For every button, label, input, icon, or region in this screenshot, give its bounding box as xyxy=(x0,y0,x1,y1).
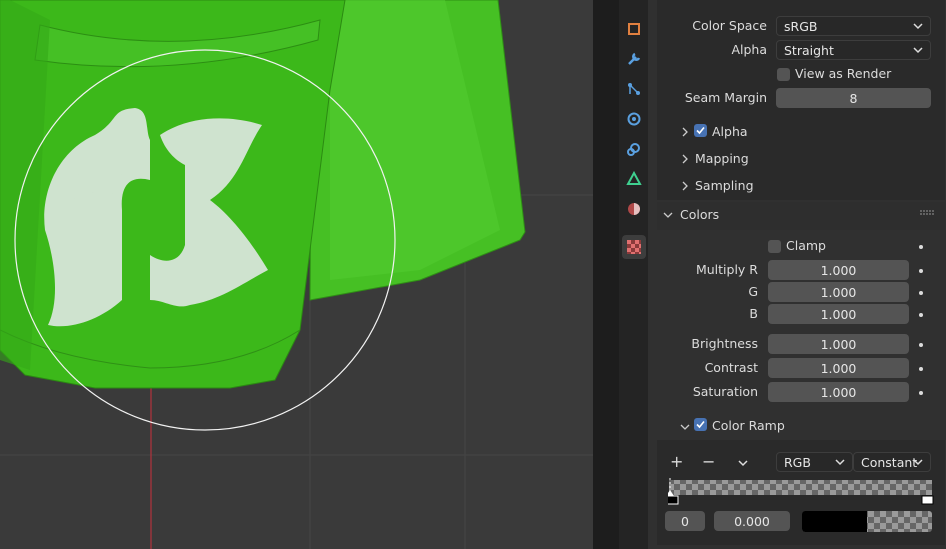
color-space-dropdown[interactable]: sRGB xyxy=(776,16,931,36)
chevron-right-icon[interactable] xyxy=(680,153,690,165)
keyframe-dot[interactable] xyxy=(919,313,923,317)
data-tab[interactable] xyxy=(622,167,646,191)
3d-viewport[interactable] xyxy=(0,0,593,549)
multiply-b-label: B xyxy=(749,306,758,321)
color-space-label: Color Space xyxy=(692,18,767,33)
mapping-subpanel-header[interactable]: Mapping xyxy=(695,151,749,166)
remove-stop-button[interactable]: − xyxy=(702,452,715,471)
keyframe-dot[interactable] xyxy=(919,291,923,295)
texture-tab[interactable] xyxy=(622,235,646,259)
checkmark-icon xyxy=(696,126,705,135)
chevron-down-icon xyxy=(913,23,923,30)
color-ramp-gradient[interactable] xyxy=(668,478,934,506)
saturation-field[interactable]: 1.000 xyxy=(768,382,909,402)
view-as-render-label: View as Render xyxy=(795,66,892,81)
colors-panel-title: Colors xyxy=(680,207,720,222)
chevron-right-icon[interactable] xyxy=(680,180,690,192)
drag-handle-icon[interactable] xyxy=(920,210,934,216)
tool-tab[interactable] xyxy=(622,17,646,41)
active-stop-index-field[interactable]: 0 xyxy=(665,511,705,531)
interpolation-dropdown[interactable]: Constant xyxy=(853,452,931,472)
region-divider xyxy=(593,0,619,549)
clamp-checkbox[interactable] xyxy=(768,240,781,253)
stop-position-field[interactable]: 0.000 xyxy=(714,511,790,531)
ramp-menu-chevron-icon[interactable] xyxy=(737,457,749,469)
multiply-b-field[interactable]: 1.000 xyxy=(768,304,909,324)
color-mode-dropdown[interactable]: RGB xyxy=(776,452,853,472)
chevron-down-icon xyxy=(835,459,845,466)
alpha-checkbox[interactable] xyxy=(694,124,707,137)
chevron-down-icon xyxy=(913,459,923,466)
sampling-subpanel-header[interactable]: Sampling xyxy=(695,178,754,193)
keyframe-dot[interactable] xyxy=(919,391,923,395)
viewport-canvas[interactable] xyxy=(0,0,593,549)
texture-properties-panel: Color Space sRGB Alpha Straight View as … xyxy=(648,0,946,549)
color-ramp-header[interactable]: Color Ramp xyxy=(712,418,785,433)
multiply-g-label: G xyxy=(748,284,758,299)
alpha-mode-dropdown[interactable]: Straight xyxy=(776,40,931,60)
multiply-r-field[interactable]: 1.000 xyxy=(768,260,909,280)
texture-icon xyxy=(627,240,641,254)
keyframe-dot[interactable] xyxy=(919,269,923,273)
multiply-r-label: Multiply R xyxy=(695,262,758,277)
add-stop-button[interactable]: + xyxy=(670,452,683,471)
physics-tab[interactable] xyxy=(622,107,646,131)
seam-margin-label: Seam Margin xyxy=(684,90,767,105)
color-ramp-checkbox[interactable] xyxy=(694,418,707,431)
modifier-tab[interactable] xyxy=(622,47,646,71)
alpha-mode-label: Alpha xyxy=(731,42,767,57)
wrench-icon xyxy=(628,52,641,65)
keyframe-dot[interactable] xyxy=(919,367,923,371)
chevron-down-icon[interactable] xyxy=(662,209,674,221)
constraints-tab[interactable] xyxy=(622,137,646,161)
stop-color-swatch[interactable] xyxy=(802,511,932,532)
material-tab[interactable] xyxy=(622,197,646,221)
physics-icon xyxy=(627,112,641,126)
checkmark-icon xyxy=(696,420,705,429)
keyframe-dot[interactable] xyxy=(919,245,923,249)
texture-paint-icon xyxy=(628,23,640,35)
ramp-stop-marker-white[interactable] xyxy=(921,495,934,505)
brightness-label: Brightness xyxy=(691,336,758,351)
contrast-field[interactable]: 1.000 xyxy=(768,358,909,378)
constraints-icon xyxy=(627,143,640,156)
contrast-label: Contrast xyxy=(704,360,758,375)
chevron-down-icon xyxy=(913,47,923,54)
data-icon xyxy=(626,171,642,185)
chevron-right-icon[interactable] xyxy=(680,126,690,138)
seam-margin-field[interactable]: 8 xyxy=(776,88,931,108)
material-icon xyxy=(628,203,640,215)
clamp-label: Clamp xyxy=(786,238,826,253)
keyframe-dot[interactable] xyxy=(919,343,923,347)
properties-tab-bar xyxy=(619,0,648,549)
chevron-down-icon[interactable] xyxy=(679,421,691,433)
particles-tab[interactable] xyxy=(622,77,646,101)
brightness-field[interactable]: 1.000 xyxy=(768,334,909,354)
multiply-g-field[interactable]: 1.000 xyxy=(768,282,909,302)
alpha-subpanel-header[interactable]: Alpha xyxy=(712,124,748,139)
particles-icon xyxy=(628,83,640,95)
saturation-label: Saturation xyxy=(692,384,758,399)
view-as-render-checkbox[interactable] xyxy=(777,68,790,81)
